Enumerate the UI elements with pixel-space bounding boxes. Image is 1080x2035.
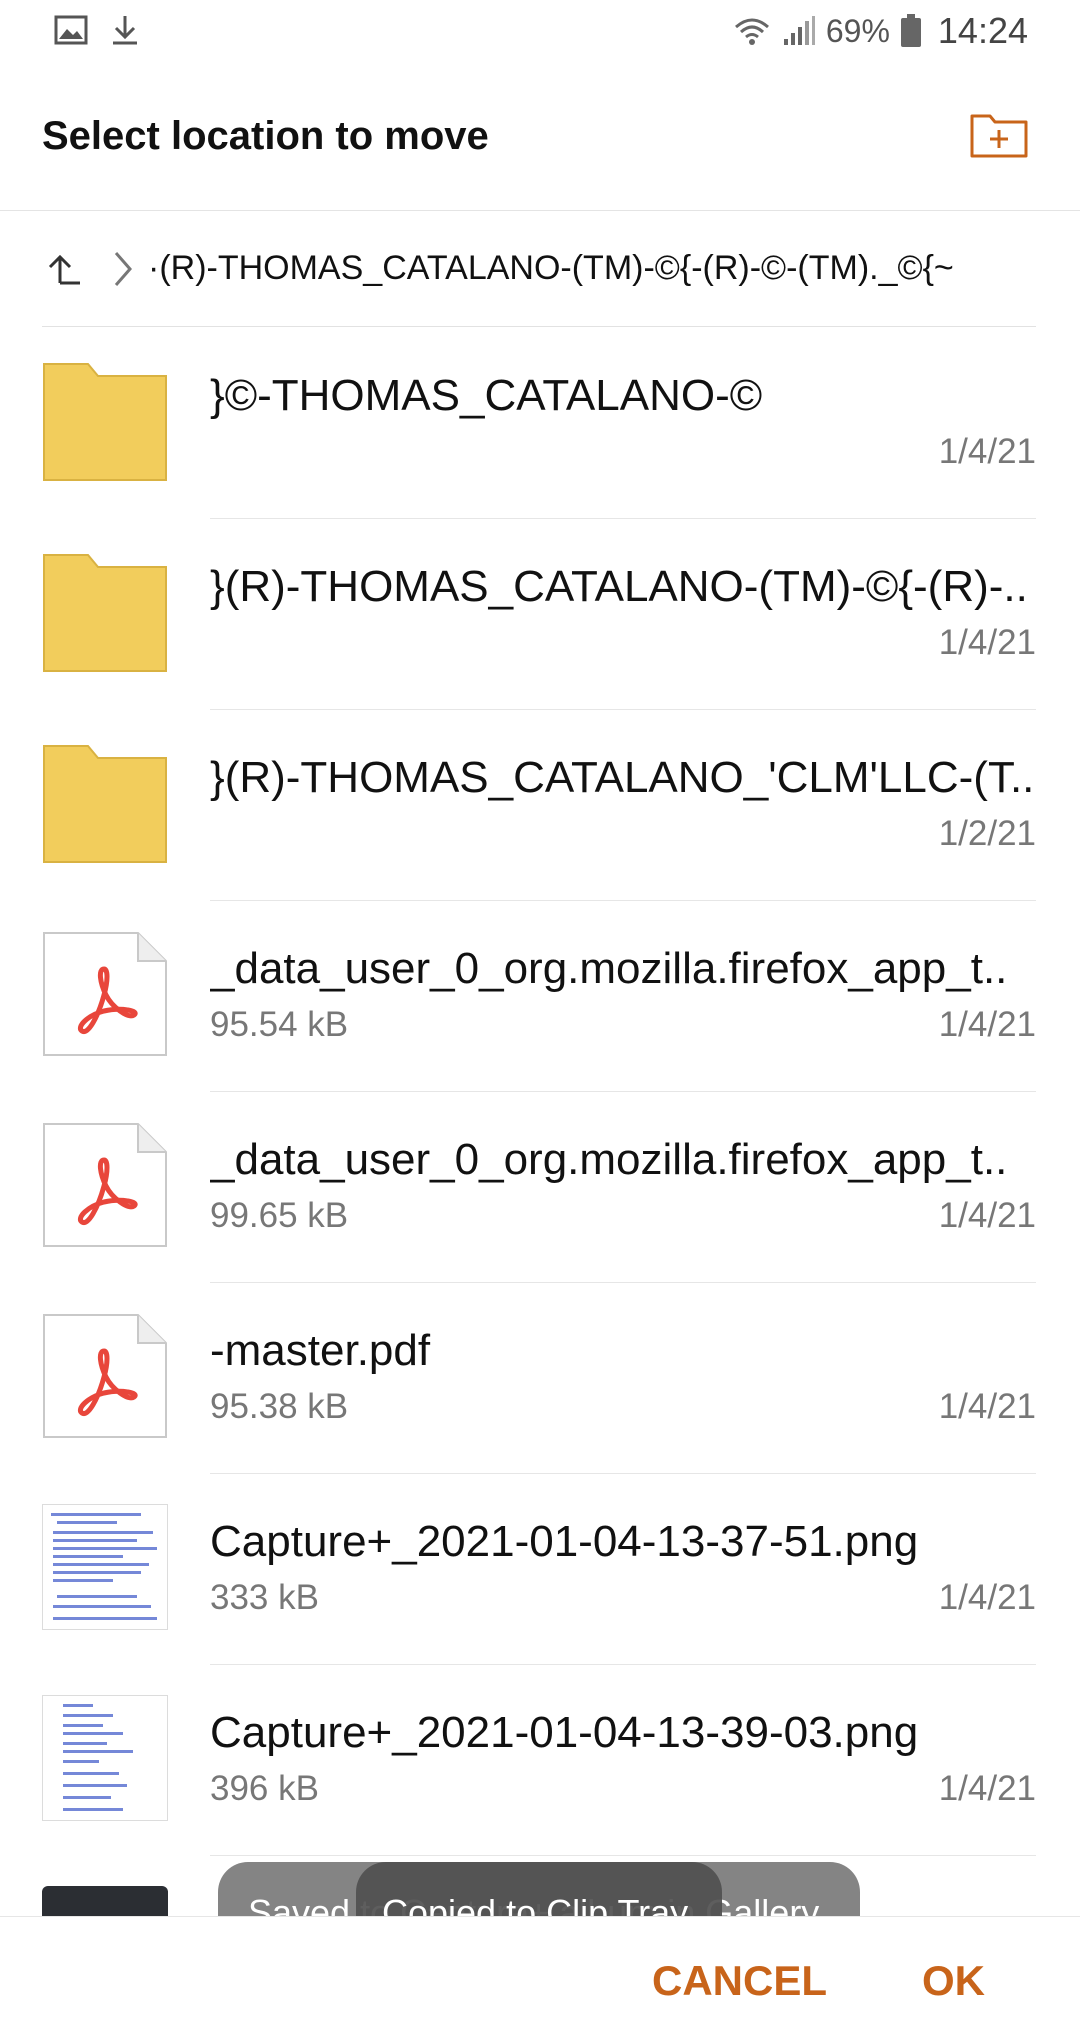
- item-name: }(R)-THOMAS_CATALANO_'CLM'LLC-(T..: [210, 753, 1035, 802]
- item-name: Capture+_2021-01-04-13-39-03.png: [210, 1708, 919, 1757]
- item-date: 1/4/21: [938, 1196, 1036, 1235]
- screenshot-preview: [42, 1695, 168, 1821]
- download-icon: [113, 16, 137, 45]
- divider: [210, 1855, 1036, 1856]
- clock: 14:24: [937, 10, 1028, 51]
- image-thumbnail: [42, 1695, 168, 1821]
- title-bar: Select location to move: [0, 64, 1080, 211]
- list-item[interactable]: _data_user_0_org.mozilla.firefox_app_t..…: [0, 901, 1080, 1092]
- breadcrumb: ·(R)-THOMAS_CATALANO-(TM)-©{-(R)-©-(TM).…: [0, 211, 1080, 327]
- gallery-icon: [54, 15, 88, 45]
- file-list: }©-THOMAS_CATALANO-© 1/4/21 }(R)-THOMAS_…: [0, 328, 1080, 1856]
- folder-icon: [42, 740, 168, 866]
- list-item[interactable]: _data_user_0_org.mozilla.firefox_app_t..…: [0, 1092, 1080, 1283]
- image-thumbnail: [42, 1886, 168, 1916]
- status-bar-right: 69% 14:24: [732, 10, 1028, 52]
- folder-icon: [42, 358, 168, 484]
- ok-button[interactable]: OK: [922, 1957, 985, 2005]
- pdf-icon: [42, 931, 168, 1057]
- item-name: _data_user_0_org.mozilla.firefox_app_t..: [210, 944, 1008, 993]
- list-item[interactable]: -master.pdf 95.38 kB 1/4/21: [0, 1283, 1080, 1474]
- page-title: Select location to move: [42, 114, 489, 158]
- item-size: 333 kB: [210, 1578, 319, 1617]
- battery-percent: 69%: [825, 12, 890, 49]
- chevron-right-icon: [114, 252, 132, 286]
- current-path[interactable]: ·(R)-THOMAS_CATALANO-(TM)-©{-(R)-©-(TM).…: [148, 249, 1028, 288]
- item-date: 1/4/21: [938, 1578, 1036, 1617]
- item-date: 1/4/21: [938, 1387, 1036, 1426]
- item-date: 1/2/21: [938, 814, 1036, 853]
- item-size: 95.38 kB: [210, 1387, 349, 1426]
- list-item[interactable]: Capture+_2021-01-04-13-39-03.png 396 kB …: [0, 1665, 1080, 1856]
- action-bar: CANCEL OK: [0, 1916, 1080, 2035]
- status-bar: 69% 14:24: [0, 0, 1080, 64]
- item-name: -master.pdf: [210, 1326, 431, 1375]
- item-size: 95.54 kB: [210, 1005, 349, 1044]
- signal-icon: [783, 16, 815, 45]
- item-name: _data_user_0_org.mozilla.firefox_app_t..: [210, 1135, 1008, 1184]
- up-icon[interactable]: [40, 247, 90, 291]
- battery-icon: [900, 14, 921, 47]
- item-name: }(R)-THOMAS_CATALANO-(TM)-©{-(R)-..: [210, 562, 1028, 611]
- image-thumbnail: [42, 1504, 168, 1630]
- item-date: 1/4/21: [938, 432, 1036, 471]
- folder-icon: [42, 549, 168, 675]
- cancel-button[interactable]: CANCEL: [652, 1957, 827, 2005]
- item-date: 1/4/21: [938, 1769, 1036, 1808]
- item-size: 396 kB: [210, 1769, 319, 1808]
- screenshot-preview: [42, 1504, 168, 1630]
- list-item[interactable]: }©-THOMAS_CATALANO-© 1/4/21: [0, 328, 1080, 519]
- divider: [42, 326, 1036, 327]
- wifi-icon: [734, 18, 769, 45]
- item-date: 1/4/21: [938, 623, 1036, 662]
- list-item[interactable]: }(R)-THOMAS_CATALANO-(TM)-©{-(R)-.. 1/4/…: [0, 519, 1080, 710]
- list-item[interactable]: Capture+_2021-01-04-13-37-51.png 333 kB …: [0, 1474, 1080, 1665]
- item-name: }©-THOMAS_CATALANO-©: [210, 371, 763, 420]
- item-size: 99.65 kB: [210, 1196, 349, 1235]
- pdf-icon: [42, 1122, 168, 1248]
- new-folder-icon[interactable]: [970, 108, 1028, 158]
- list-item[interactable]: }(R)-THOMAS_CATALANO_'CLM'LLC-(T.. 1/2/2…: [0, 710, 1080, 901]
- pdf-icon: [42, 1313, 168, 1439]
- item-date: 1/4/21: [938, 1005, 1036, 1044]
- item-name: Capture+_2021-01-04-13-37-51.png: [210, 1517, 919, 1566]
- status-bar-left: [54, 14, 140, 46]
